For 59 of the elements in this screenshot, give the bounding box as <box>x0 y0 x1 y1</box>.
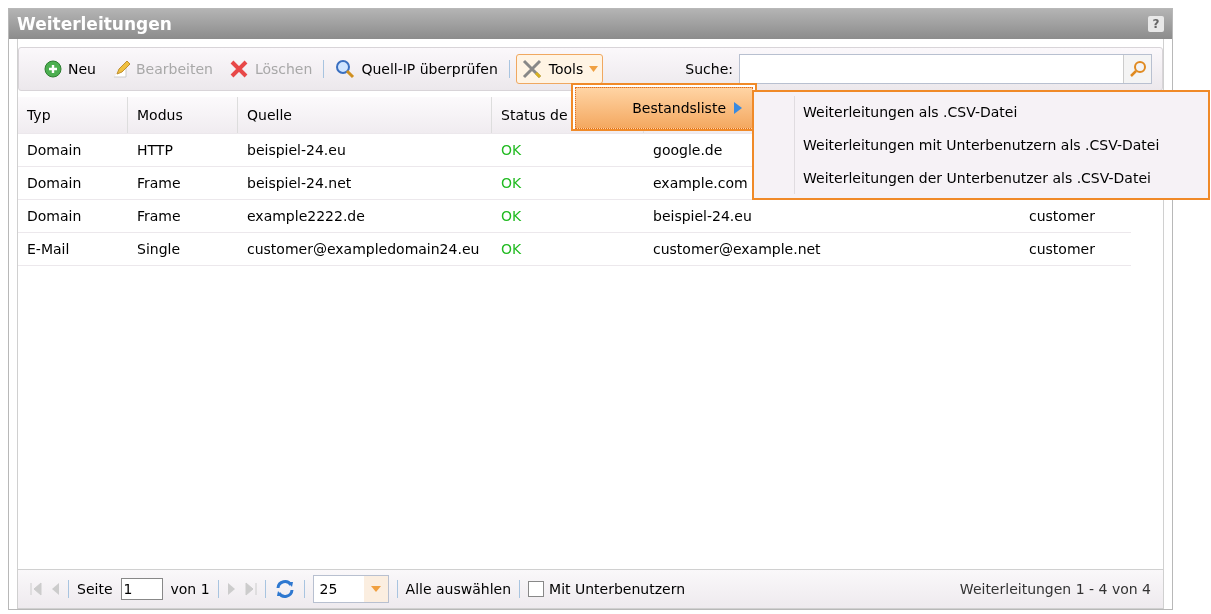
last-page-icon[interactable] <box>244 582 257 596</box>
menu-item[interactable]: Weiterleitungen als .CSV-Datei <box>794 96 1208 129</box>
table-cell-text: OK <box>500 141 522 160</box>
column-header[interactable]: Modus <box>128 97 238 133</box>
menu-item[interactable]: Bestandsliste <box>575 87 753 129</box>
first-page-icon[interactable] <box>30 582 42 596</box>
checkbox[interactable] <box>528 581 545 597</box>
table-cell-text: Frame <box>136 174 181 193</box>
next-page-icon[interactable] <box>226 582 237 596</box>
menu-item[interactable]: Weiterleitungen der Unterbenutzer als .CSV-Datei <box>794 161 1208 194</box>
table-cell-text: google.de <box>652 141 723 160</box>
pencil-icon <box>111 59 130 79</box>
search-icon <box>1128 60 1147 78</box>
previous-page-icon[interactable] <box>50 582 60 596</box>
checkbox-label: Mit Unterbenutzern <box>549 581 685 597</box>
submenu-arrow-icon <box>734 102 742 114</box>
caret-icon <box>370 586 381 592</box>
column-header[interactable]: Typ <box>18 97 128 133</box>
table-cell-text: Domain <box>26 174 82 193</box>
table-cell-text: OK <box>500 174 522 193</box>
dropdown-button[interactable] <box>363 576 388 602</box>
toolbar-button[interactable]: Neu <box>39 54 101 84</box>
plus-icon <box>44 60 62 78</box>
table-cell-text: beispiel-24.eu <box>246 141 346 160</box>
page-count: von 1 <box>170 581 210 597</box>
page-size-select[interactable]: 25 <box>312 575 389 603</box>
search-field[interactable] <box>738 54 1152 84</box>
select-all-link[interactable]: Alle auswählen <box>405 581 512 597</box>
cross-icon <box>228 59 249 79</box>
page-input[interactable]: 1 <box>120 578 163 600</box>
table-cell-text: OK <box>500 240 522 259</box>
magnifier-icon <box>335 59 356 79</box>
table-cell-text: Single <box>136 240 181 259</box>
table-cell-text: E-Mail <box>26 240 70 259</box>
table-cell-text: customer@exampledomain24.eu <box>246 240 480 259</box>
table-cell-text: customer <box>1028 207 1095 226</box>
table-cell-text: HTTP <box>136 141 173 160</box>
window-title: Weiterleitungen <box>17 14 172 34</box>
page-label: Seite <box>77 581 113 597</box>
column-header[interactable]: Quelle <box>238 97 492 133</box>
table-cell-text: Frame <box>136 207 181 226</box>
menu-item[interactable]: Weiterleitungen mit Unterbenutzern als .CSV-Datei <box>794 128 1208 162</box>
table-cell-text: example.com <box>652 174 748 193</box>
result-count: Weiterleitungen 1 - 4 von 4 <box>959 581 1151 597</box>
search-label: Suche: <box>685 61 733 77</box>
table-cell-text: Domain <box>26 141 82 160</box>
table-cell-text: Domain <box>26 207 82 226</box>
table-cell-text: beispiel-24.net <box>246 174 352 193</box>
table-cell-text: customer <box>1028 240 1095 259</box>
caret-icon <box>589 66 599 72</box>
tools-icon <box>520 58 543 80</box>
tools-menu-button[interactable]: Tools <box>515 54 604 84</box>
table-cell-text: example2222.de <box>246 207 365 226</box>
table-cell-text: beispiel-24.eu <box>652 207 752 226</box>
search-button[interactable] <box>1123 55 1151 83</box>
table-cell-text: customer@example.net <box>652 240 821 259</box>
toolbar-button[interactable]: Quell-IP überprüfen <box>330 54 503 84</box>
table-cell-text: OK <box>500 207 522 226</box>
help-button[interactable]: ? <box>1148 16 1164 32</box>
